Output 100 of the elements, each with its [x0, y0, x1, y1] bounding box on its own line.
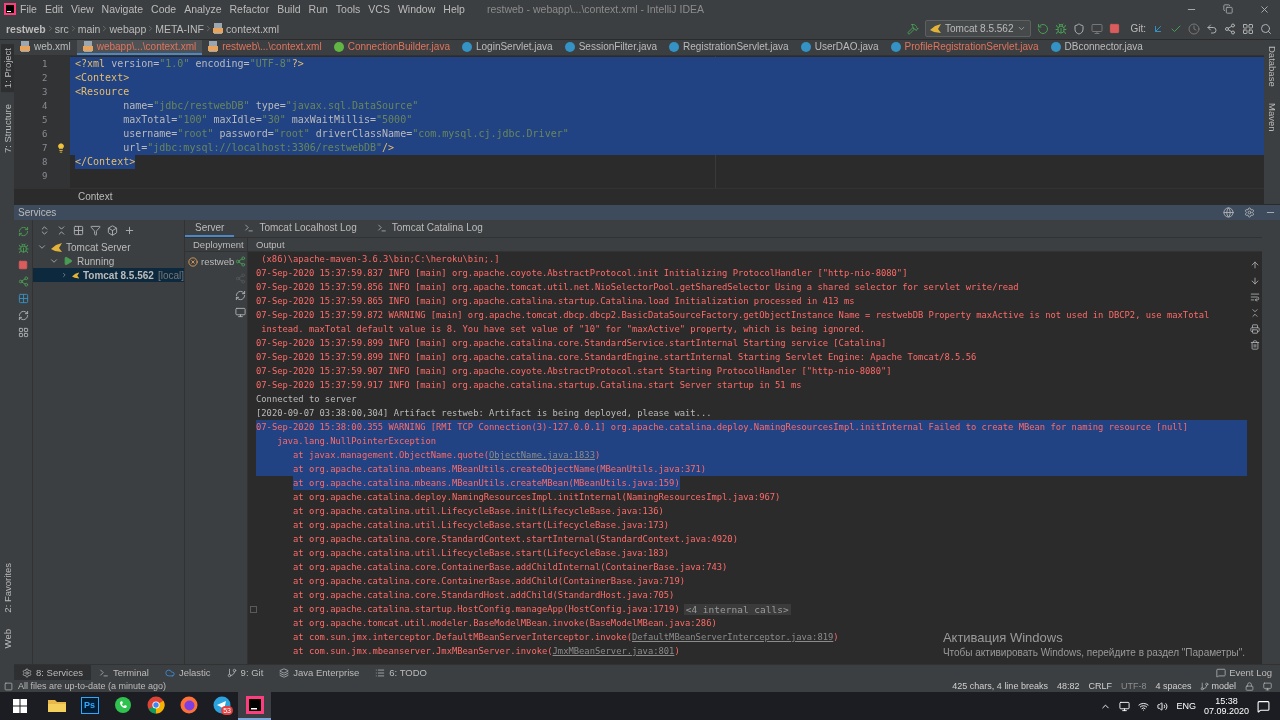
menu-item[interactable]: VCS [364, 3, 394, 15]
services-icon[interactable] [22, 667, 32, 678]
menu-item[interactable]: Edit [40, 3, 67, 15]
editor-tab[interactable]: RegistrationServlet.java [663, 40, 795, 55]
lightbulb-icon[interactable] [56, 143, 66, 153]
rerun-icon[interactable] [1037, 22, 1050, 35]
menu-item[interactable]: Navigate [97, 3, 148, 15]
editor-tab[interactable]: UserDAO.java [794, 40, 885, 55]
tree-item-label[interactable]: Running [77, 255, 115, 267]
stop-icon[interactable] [18, 260, 28, 270]
new-tab-icon[interactable] [107, 224, 118, 236]
tool-window-button[interactable]: Terminal [91, 665, 157, 680]
message-icon[interactable] [1216, 667, 1227, 678]
language-indicator[interactable]: ENG [1176, 701, 1196, 711]
breadcrumb[interactable]: META-INF [155, 22, 205, 35]
status-item[interactable]: CRLF [1088, 681, 1112, 691]
editor-tab[interactable]: ProfileRegistrationServlet.java [884, 40, 1045, 55]
breadcrumb[interactable]: restweb [6, 22, 46, 35]
settings-icon[interactable] [1244, 207, 1255, 218]
editor-tab[interactable]: web.xml [14, 40, 77, 55]
clock-date[interactable]: 07.09.2020 [1203, 706, 1249, 716]
menu-item[interactable]: Code [147, 3, 181, 15]
status-item[interactable]: model [1200, 681, 1236, 691]
menu-item[interactable]: Refactor [225, 3, 274, 15]
deployment-item[interactable]: restweb [185, 256, 235, 267]
layout-icon[interactable] [1242, 22, 1254, 35]
tool-window-button[interactable]: Web [0, 624, 14, 652]
editor-tab[interactable]: ConnectionBuilder.java [327, 40, 456, 55]
tool-window-button[interactable]: 9: Git [218, 665, 272, 680]
refresh-icon[interactable] [235, 290, 247, 301]
tree-item[interactable]: Tomcat 8.5.562 [local] [33, 268, 184, 282]
tool-window-button[interactable]: 6: TODO [367, 665, 435, 680]
terminal-icon[interactable] [99, 667, 109, 678]
print-icon[interactable] [1249, 324, 1260, 334]
editor-tab[interactable]: restweb\...\context.xml [202, 40, 328, 55]
editor-tab[interactable]: LoginServlet.java [455, 40, 559, 55]
menu-item[interactable]: File [16, 3, 41, 15]
editor-tab[interactable]: DBconnector.java [1044, 40, 1149, 55]
tool-window-button[interactable]: 8: Services [14, 665, 91, 680]
volume-icon[interactable] [1157, 700, 1169, 712]
tool-window-button[interactable]: Java Enterprise [271, 665, 368, 680]
menu-item[interactable]: Help [439, 3, 469, 15]
breadcrumb[interactable]: main [77, 22, 101, 35]
taskbar-app[interactable] [238, 692, 271, 720]
network-icon[interactable] [1138, 700, 1150, 712]
panel-tab[interactable]: Server [185, 220, 235, 237]
menu-item[interactable]: Tools [331, 3, 365, 15]
stop-icon[interactable] [1109, 23, 1121, 34]
collapse-all-icon[interactable] [56, 224, 67, 236]
search-icon[interactable] [1260, 22, 1272, 35]
wrap-icon[interactable] [1249, 292, 1260, 302]
cloud-icon[interactable] [164, 667, 175, 678]
bug-icon[interactable] [17, 243, 29, 254]
panel-tab[interactable]: Tomcat Localhost Log [234, 220, 367, 237]
reload-icon[interactable] [17, 310, 29, 321]
bug-icon[interactable] [1055, 22, 1068, 35]
breadcrumb[interactable]: webapp [109, 22, 147, 35]
tool-window-button[interactable]: Jelastic [156, 665, 219, 680]
tool-window-button[interactable]: 2: Favorites [0, 559, 14, 617]
branch-icon[interactable] [226, 667, 237, 678]
arrow-down-icon[interactable] [1249, 276, 1260, 286]
clock-time[interactable]: 15:38 [1215, 696, 1238, 706]
notifications-icon[interactable] [1257, 699, 1270, 713]
status-item[interactable]: 425 chars, 4 line breaks [952, 681, 1048, 691]
menu-item[interactable]: Analyze [180, 3, 226, 15]
arrow-up-icon[interactable] [1249, 260, 1260, 270]
undo-icon[interactable] [1206, 22, 1218, 35]
grid-icon[interactable] [17, 293, 29, 304]
tool-window-button[interactable]: 1: Project [0, 44, 14, 93]
folded-calls[interactable]: <4 internal calls> [683, 603, 791, 615]
panel-tab[interactable]: Tomcat Catalina Log [366, 220, 493, 237]
breadcrumb[interactable]: src [54, 22, 69, 35]
tool-window-button[interactable]: 7: Structure [0, 100, 14, 158]
menu-item[interactable]: Build [273, 3, 305, 15]
breadcrumb[interactable]: context.xml [213, 22, 280, 35]
tree-item-label[interactable]: Tomcat 8.5.562 [82, 269, 154, 281]
list-icon[interactable] [375, 667, 386, 678]
structure-breadcrumb[interactable]: Context [78, 191, 113, 202]
status-item[interactable]: 4 spaces [1155, 681, 1192, 691]
refresh-icon[interactable] [17, 226, 29, 237]
menu-item[interactable]: View [67, 3, 98, 15]
menu-item[interactable]: Window [393, 3, 440, 15]
expand-all-icon[interactable] [39, 224, 50, 236]
add-icon[interactable] [124, 224, 135, 236]
tool-window-button[interactable]: Database [1265, 42, 1279, 91]
globe-icon[interactable] [1223, 207, 1234, 218]
editor-tab[interactable]: SessionFilter.java [558, 40, 664, 55]
menu-item[interactable]: Run [304, 3, 332, 15]
file-link[interactable]: DefaultMBeanServerInterceptor.java:819 [632, 632, 834, 642]
lock-icon[interactable] [1245, 681, 1254, 691]
history-icon[interactable] [1188, 22, 1200, 35]
event-log-button[interactable]: Event Log [1216, 665, 1280, 680]
status-item[interactable]: 48:82 [1056, 681, 1080, 691]
close-icon[interactable] [1259, 3, 1270, 15]
hammer-icon[interactable] [907, 22, 920, 35]
group-icon[interactable] [73, 224, 84, 236]
taskbar-app[interactable]: Ps [73, 692, 106, 720]
trash-icon[interactable] [1249, 340, 1260, 350]
file-link[interactable]: ObjectName.java:1833 [489, 450, 595, 460]
filter-icon[interactable] [90, 224, 101, 236]
